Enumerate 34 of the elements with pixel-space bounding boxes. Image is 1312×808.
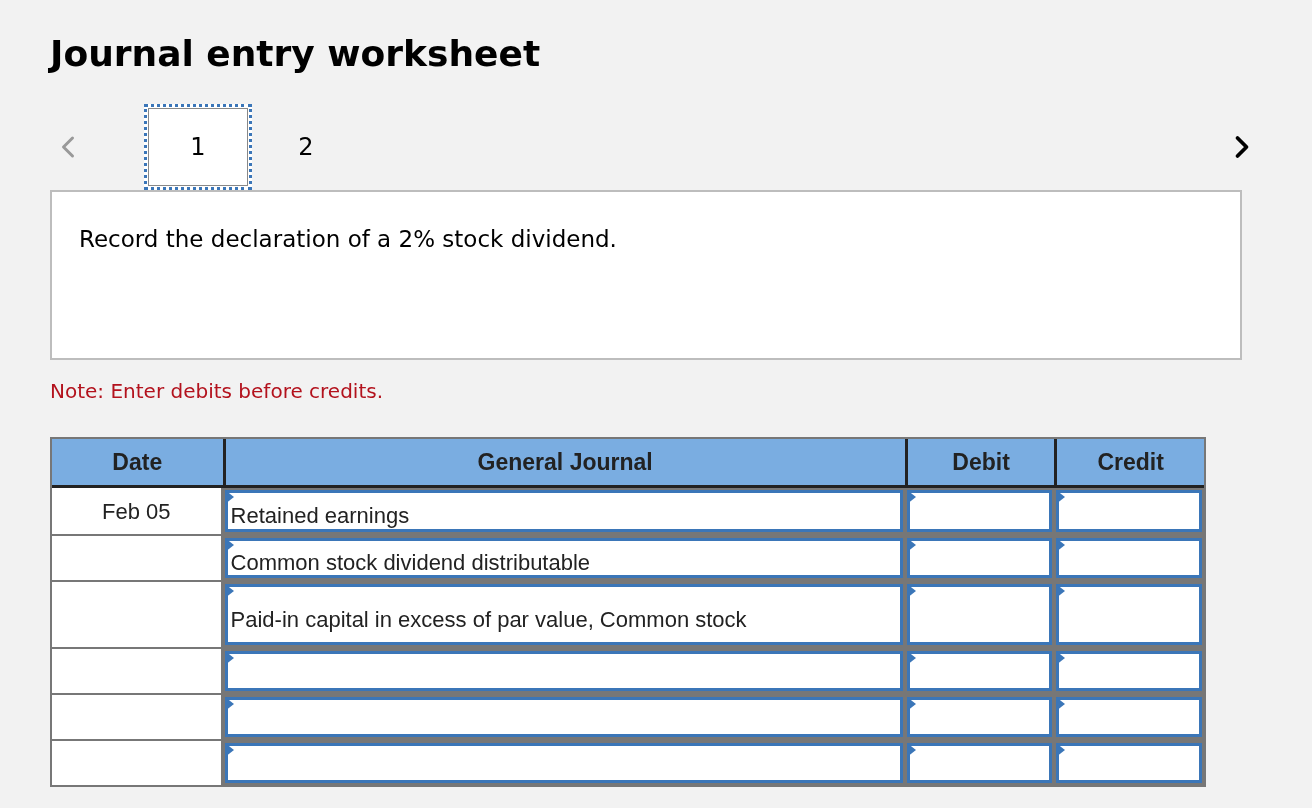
- column-header: Credit: [1054, 439, 1204, 485]
- account-field[interactable]: [224, 743, 903, 783]
- step-tab[interactable]: 2: [252, 104, 360, 190]
- note-text: Note: Enter debits before credits.: [50, 378, 385, 405]
- account-field[interactable]: Common stock dividend distributable: [224, 538, 903, 578]
- debit-field[interactable]: [906, 584, 1053, 645]
- corner-marker-icon: [1056, 584, 1066, 598]
- question-text: Record the declaration of a 2% stock dividend.: [79, 225, 618, 254]
- account-field[interactable]: [224, 651, 903, 691]
- credit-field[interactable]: [1056, 584, 1202, 645]
- step-tab[interactable]: 1: [144, 104, 252, 190]
- debit-field[interactable]: [906, 538, 1053, 578]
- credit-field[interactable]: [1056, 743, 1202, 783]
- account-field[interactable]: Retained earnings: [224, 490, 903, 532]
- debit-field[interactable]: [906, 651, 1053, 691]
- account-field[interactable]: [224, 697, 903, 737]
- worksheet-title: Journal entry worksheet: [50, 32, 542, 76]
- credit-field[interactable]: [1056, 697, 1202, 737]
- corner-marker-icon: [1056, 697, 1066, 711]
- column-header: General Journal: [222, 439, 905, 485]
- column-header: Debit: [904, 439, 1055, 485]
- debit-field[interactable]: [906, 490, 1053, 532]
- corner-marker-icon: [1056, 743, 1066, 757]
- column-header: Date: [111, 447, 164, 477]
- corner-marker-icon: [1056, 538, 1066, 552]
- corner-marker-icon: [1056, 490, 1066, 504]
- credit-field[interactable]: [1056, 538, 1202, 578]
- corner-marker-icon: [1056, 651, 1066, 665]
- date-cell: Feb 05: [52, 488, 223, 534]
- debit-field[interactable]: [906, 743, 1053, 783]
- credit-field[interactable]: [1056, 490, 1202, 532]
- account-field[interactable]: Paid-in capital in excess of par value, Common stock: [224, 584, 903, 645]
- credit-field[interactable]: [1056, 651, 1202, 691]
- debit-field[interactable]: [906, 697, 1053, 737]
